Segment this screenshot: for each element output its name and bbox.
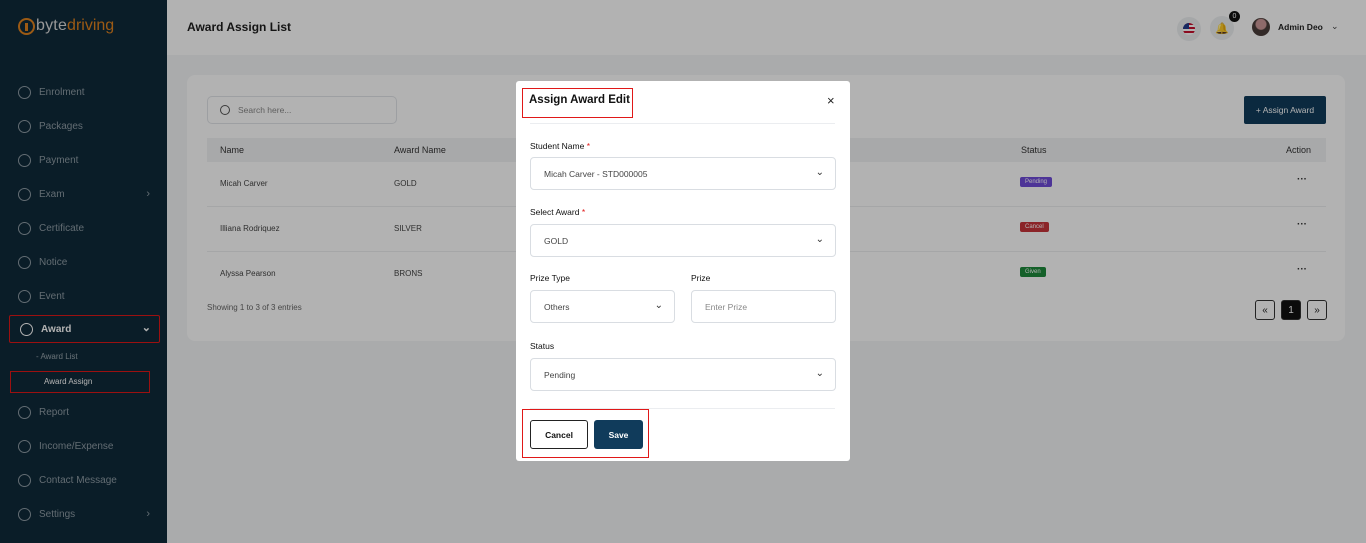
modal-title: Assign Award Edit xyxy=(529,94,630,106)
chevron-down-icon: ⌄ xyxy=(654,300,663,311)
select-value: Pending xyxy=(544,369,576,380)
select-value: Micah Carver - STD000005 xyxy=(544,168,648,179)
chevron-down-icon: ⌄ xyxy=(815,368,824,379)
prize-label: Prize xyxy=(691,273,711,283)
prize-type-select[interactable]: Others ⌄ xyxy=(530,290,675,323)
required-mark: * xyxy=(581,207,586,217)
close-icon[interactable]: × xyxy=(827,93,835,108)
select-award-label: Select Award * xyxy=(530,207,585,217)
required-mark: * xyxy=(586,141,591,151)
prize-type-label: Prize Type xyxy=(530,273,571,283)
award-select[interactable]: GOLD ⌄ xyxy=(530,224,836,257)
label-text: Student Name xyxy=(530,141,585,151)
student-name-select[interactable]: Micah Carver - STD000005 ⌄ xyxy=(530,157,836,190)
chevron-down-icon: ⌄ xyxy=(815,234,824,245)
status-select[interactable]: Pending ⌄ xyxy=(530,358,836,391)
save-button[interactable]: Save xyxy=(594,420,643,449)
input-placeholder: Enter Prize xyxy=(705,301,748,312)
cancel-button[interactable]: Cancel xyxy=(530,420,588,449)
label-text: Select Award xyxy=(530,207,580,217)
status-label: Status xyxy=(530,341,555,351)
chevron-down-icon: ⌄ xyxy=(815,167,824,178)
prize-input[interactable]: Enter Prize xyxy=(691,290,836,323)
divider xyxy=(530,123,835,124)
assign-award-edit-modal: Assign Award Edit × Student Name * Micah… xyxy=(516,81,850,461)
select-value: GOLD xyxy=(544,235,569,246)
select-value: Others xyxy=(544,301,570,312)
student-name-label: Student Name * xyxy=(530,141,590,151)
